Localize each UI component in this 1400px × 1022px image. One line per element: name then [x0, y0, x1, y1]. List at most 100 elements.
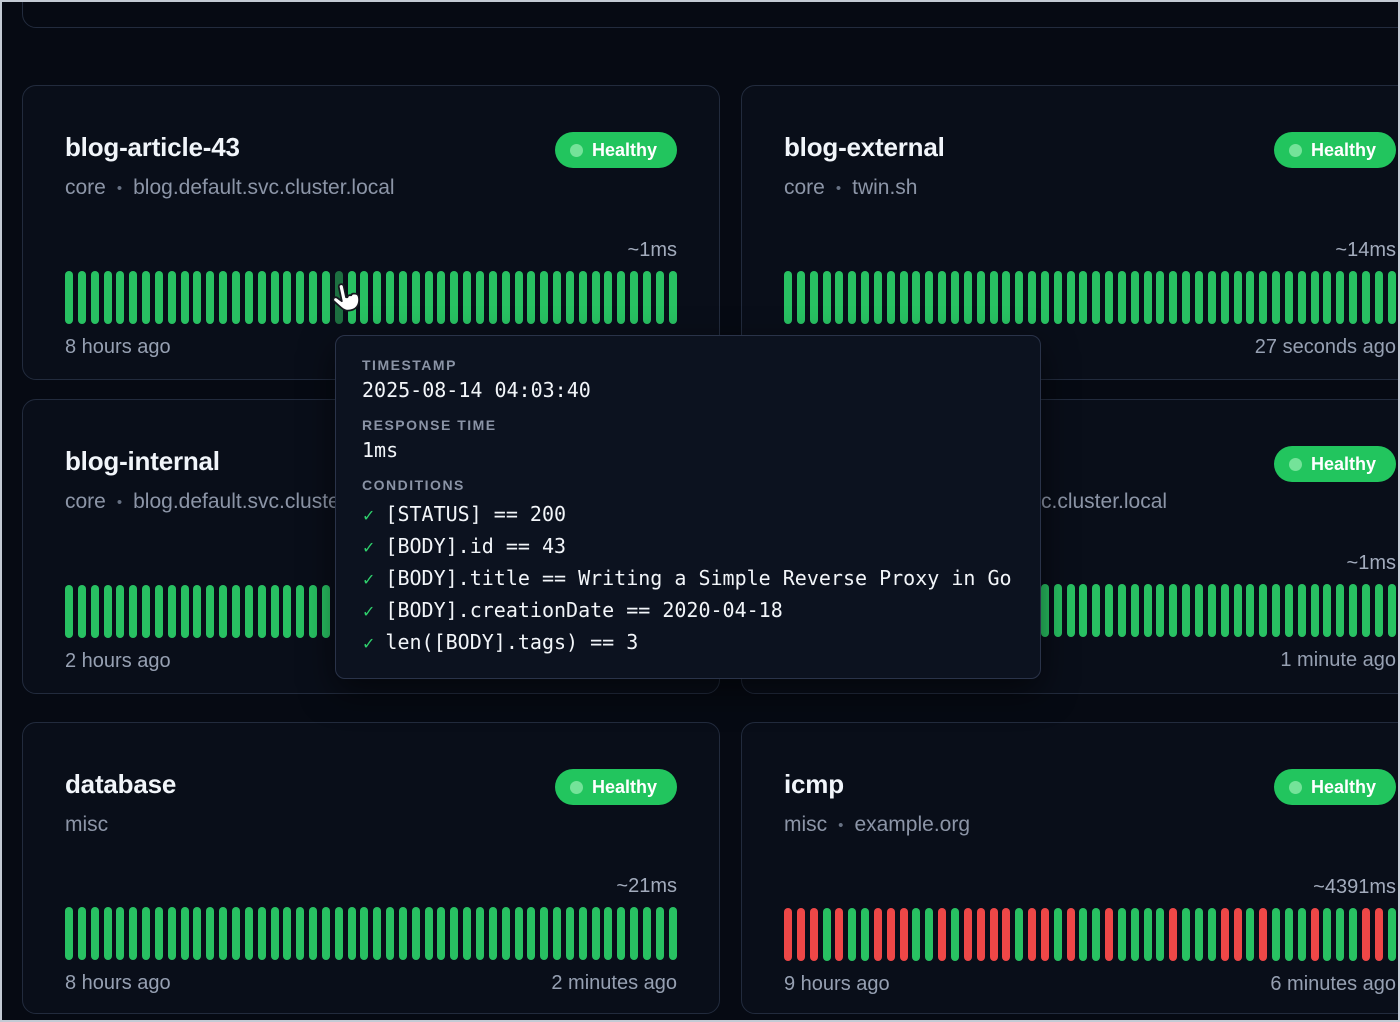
health-bar[interactable]	[1066, 908, 1075, 961]
health-bar[interactable]	[180, 271, 189, 324]
health-bar[interactable]	[270, 907, 279, 960]
health-bar[interactable]	[488, 271, 497, 324]
health-bar[interactable]	[1117, 908, 1126, 961]
health-bar[interactable]	[283, 271, 292, 324]
health-bar[interactable]	[1143, 908, 1152, 961]
health-bar[interactable]	[617, 907, 626, 960]
health-bar[interactable]	[1349, 584, 1358, 637]
health-bar[interactable]	[1387, 908, 1396, 961]
health-bar[interactable]	[142, 271, 151, 324]
health-bar[interactable]	[784, 908, 792, 961]
health-bar[interactable]	[244, 907, 253, 960]
health-bar[interactable]	[925, 271, 934, 324]
health-bar[interactable]	[1015, 271, 1024, 324]
health-bar[interactable]	[989, 271, 998, 324]
health-bar[interactable]	[963, 271, 972, 324]
health-bar[interactable]	[257, 271, 266, 324]
health-bar[interactable]	[77, 271, 86, 324]
health-bar[interactable]	[938, 908, 947, 961]
health-bar[interactable]	[899, 908, 908, 961]
health-bar[interactable]	[1336, 584, 1345, 637]
health-bar[interactable]	[1323, 271, 1332, 324]
health-bar[interactable]	[1323, 584, 1332, 637]
health-bar[interactable]	[386, 907, 395, 960]
health-bar[interactable]	[476, 907, 484, 960]
health-bar[interactable]	[1053, 271, 1062, 324]
health-bar[interactable]	[886, 908, 895, 961]
health-bar[interactable]	[1195, 908, 1203, 961]
health-bar[interactable]	[989, 908, 998, 961]
health-bar[interactable]	[244, 271, 253, 324]
health-bar[interactable]	[1233, 271, 1242, 324]
health-bar[interactable]	[373, 271, 382, 324]
health-bar[interactable]	[1182, 271, 1191, 324]
endpoint-card-database[interactable]: database Healthy misc ~21ms 8 hours ago …	[22, 722, 720, 1014]
health-bar[interactable]	[90, 585, 99, 638]
health-bar[interactable]	[553, 907, 562, 960]
health-bar[interactable]	[1220, 584, 1229, 637]
health-bar[interactable]	[1220, 271, 1229, 324]
health-bar[interactable]	[1105, 584, 1114, 637]
health-bar[interactable]	[488, 907, 497, 960]
health-bar[interactable]	[976, 271, 985, 324]
health-bar[interactable]	[604, 271, 613, 324]
health-bar[interactable]	[1015, 908, 1024, 961]
health-bar[interactable]	[154, 271, 163, 324]
health-bar[interactable]	[206, 907, 215, 960]
health-bar[interactable]	[1002, 908, 1011, 961]
health-bar[interactable]	[257, 907, 266, 960]
health-bar[interactable]	[373, 907, 382, 960]
health-bar[interactable]	[1284, 908, 1293, 961]
health-bar[interactable]	[873, 271, 882, 324]
health-bar[interactable]	[321, 585, 330, 638]
health-bar[interactable]	[1079, 908, 1088, 961]
health-bar[interactable]	[1092, 908, 1101, 961]
health-bar[interactable]	[244, 585, 253, 638]
health-bar[interactable]	[321, 907, 330, 960]
health-bar[interactable]	[116, 271, 125, 324]
health-bar[interactable]	[1272, 908, 1281, 961]
health-bar[interactable]	[360, 907, 369, 960]
health-bar[interactable]	[450, 271, 459, 324]
health-bar[interactable]	[334, 907, 343, 960]
health-bar[interactable]	[668, 271, 677, 324]
health-bar[interactable]	[1002, 271, 1011, 324]
health-bar[interactable]	[655, 271, 664, 324]
health-bar[interactable]	[283, 585, 292, 638]
health-bar[interactable]	[90, 907, 99, 960]
health-bar[interactable]	[540, 907, 549, 960]
health-bar[interactable]	[65, 271, 73, 324]
health-bar[interactable]	[950, 271, 959, 324]
health-bar[interactable]	[1117, 271, 1126, 324]
health-bar[interactable]	[668, 907, 677, 960]
health-bar[interactable]	[527, 271, 536, 324]
health-bar[interactable]	[1387, 584, 1396, 637]
health-bar[interactable]	[1066, 584, 1075, 637]
health-bar[interactable]	[437, 907, 446, 960]
health-bar[interactable]	[154, 585, 163, 638]
health-bar[interactable]	[142, 585, 151, 638]
health-bar[interactable]	[129, 271, 138, 324]
health-bar[interactable]	[219, 585, 228, 638]
health-bar[interactable]	[1336, 908, 1345, 961]
health-bar[interactable]	[193, 907, 202, 960]
health-bar[interactable]	[180, 907, 189, 960]
health-bar[interactable]	[347, 271, 356, 324]
health-bar[interactable]	[963, 908, 972, 961]
health-bar[interactable]	[809, 271, 818, 324]
health-bar[interactable]	[231, 271, 240, 324]
health-bar[interactable]	[360, 271, 369, 324]
health-bar[interactable]	[835, 271, 844, 324]
health-bar[interactable]	[527, 907, 536, 960]
health-bar[interactable]	[206, 271, 215, 324]
health-bar[interactable]	[1361, 271, 1370, 324]
health-bar[interactable]	[912, 908, 921, 961]
health-bar[interactable]	[309, 585, 318, 638]
health-bar[interactable]	[398, 907, 407, 960]
health-bar[interactable]	[1310, 908, 1319, 961]
health-bar[interactable]	[296, 585, 305, 638]
health-bar[interactable]	[90, 271, 99, 324]
health-bar[interactable]	[476, 271, 484, 324]
health-bar[interactable]	[1246, 271, 1255, 324]
health-bar[interactable]	[1272, 584, 1281, 637]
